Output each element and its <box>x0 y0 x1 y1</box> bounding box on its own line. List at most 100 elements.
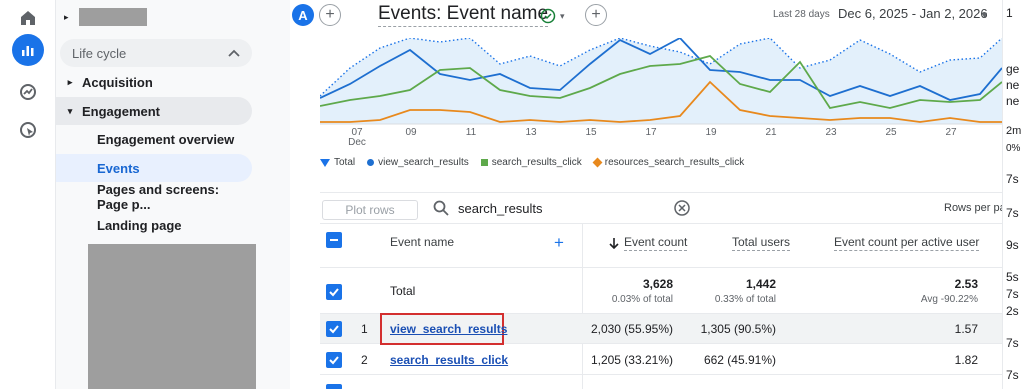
total-per-user-avg: Avg -90.22% <box>920 294 978 305</box>
column-header-event-name[interactable]: Event name <box>390 235 454 249</box>
lifecycle-section-header[interactable]: Life cycle <box>60 39 252 67</box>
table-header: Event name + Event count Total users Eve… <box>320 224 1002 268</box>
edge-text: 7s <box>1006 336 1019 350</box>
row-index: 2 <box>361 353 368 367</box>
total-event-count: 3,628 <box>642 277 673 291</box>
reports-icon[interactable] <box>12 34 44 66</box>
report-navigation: ▸ Life cycle ▸ Acquisition ▾ Engagement … <box>56 0 290 389</box>
nav-item-pages-and-screens[interactable]: Pages and screens: Page p... <box>56 182 252 212</box>
expand-caret-icon: ▸ <box>67 76 73 87</box>
event-name-link[interactable]: view_search_results <box>390 322 507 336</box>
series-square-icon <box>480 159 488 166</box>
redacted-block <box>88 244 256 389</box>
total-event-count-share: 0.03% of total <box>611 294 673 305</box>
explore-icon[interactable] <box>12 76 44 108</box>
nav-item-label: Events <box>97 160 140 176</box>
edge-text: 2m <box>1006 125 1022 137</box>
redacted-block <box>78 8 147 26</box>
row-checkbox[interactable] <box>326 384 342 389</box>
search-input[interactable]: search_results <box>458 201 543 216</box>
x-tick-label: 21 <box>765 127 777 138</box>
legend-label: resources_search_results_click <box>604 157 745 168</box>
nav-item-landing-page[interactable]: Landing page <box>56 211 252 239</box>
edge-text: 7s <box>1006 206 1019 220</box>
event-name-link[interactable]: search_results_click <box>390 353 508 367</box>
report-main: A + Events: Event name ▾ + Last 28 days … <box>290 0 1006 389</box>
x-axis-ticks: 07 Dec 09 11 13 15 17 19 21 23 25 27 <box>348 127 957 148</box>
legend-label: Total <box>334 157 356 168</box>
chart-plot <box>320 38 1002 125</box>
x-tick-label: 09 <box>405 127 417 138</box>
edge-text: ne <box>1006 78 1020 92</box>
events-line-chart: 07 Dec 09 11 13 15 17 19 21 23 25 27 <box>320 38 1002 148</box>
per-user-cell: 1.82 <box>954 353 978 367</box>
home-icon[interactable] <box>12 2 44 34</box>
legend-item-total[interactable]: Total <box>320 157 355 168</box>
check-circle-icon <box>540 8 556 24</box>
x-tick-label: 15 <box>585 127 597 138</box>
table-filter-bar: Plot rows search_results Rows per pa <box>320 192 1006 224</box>
table-row[interactable]: 1 view_search_results 2,030 (55.95%) 1,3… <box>320 313 1002 345</box>
add-button[interactable]: + <box>585 4 607 26</box>
x-tick-label: 11 <box>466 127 477 138</box>
title-status-dropdown[interactable]: ▾ <box>536 5 569 27</box>
search-icon <box>432 199 450 222</box>
row-checkbox[interactable] <box>326 321 342 337</box>
totals-checkbox[interactable] <box>326 284 342 300</box>
series-dot-icon <box>367 159 375 166</box>
x-tick-label: 13 <box>525 127 537 138</box>
comparison-avatar[interactable]: A <box>292 4 314 26</box>
nav-item-label: Engagement overview <box>97 131 235 147</box>
nav-item-label: Pages and screens: Page p... <box>97 182 220 212</box>
nav-item-engagement[interactable]: ▾ Engagement <box>56 97 252 125</box>
x-tick-label: 27 <box>945 127 957 138</box>
nav-item-label: Landing page <box>97 217 182 233</box>
plot-rows-button[interactable]: Plot rows <box>322 200 418 220</box>
edge-text: 5s <box>1006 270 1019 284</box>
page-title[interactable]: Events: Event name <box>378 3 549 27</box>
date-range-picker[interactable]: Dec 6, 2025 - Jan 2, 2026 <box>838 6 988 21</box>
sort-descending-icon <box>609 238 619 249</box>
clear-search-icon[interactable] <box>673 199 691 222</box>
chevron-down-icon[interactable]: ▼ <box>980 10 989 20</box>
section-label: Life cycle <box>72 45 127 61</box>
expand-caret-icon: ▸ <box>64 11 69 22</box>
nav-item-acquisition[interactable]: ▸ Acquisition <box>56 68 252 96</box>
nav-item-engagement-overview[interactable]: Engagement overview <box>56 125 252 153</box>
nav-item-label: Acquisition <box>82 74 153 90</box>
row-checkbox[interactable] <box>326 352 342 368</box>
header-label: Event count <box>624 235 688 251</box>
adjacent-panel-edge: 1 ge ne ne 2m 0% 7s 7s 9s 5s 7s 2s 7s 7s <box>1002 0 1024 389</box>
chart-legend: Total view_search_results search_results… <box>320 157 744 168</box>
total-users-share: 0.33% of total <box>714 294 776 305</box>
table-row[interactable]: 2 search_results_click 1,205 (33.21%) 66… <box>320 345 1002 375</box>
column-header-total-users[interactable]: Total users <box>732 235 791 251</box>
date-range-label: Last 28 days <box>773 9 830 20</box>
add-comparison-button[interactable]: + <box>319 4 341 26</box>
legend-item-view-search-results[interactable]: view_search_results <box>367 157 469 168</box>
total-users-cell: 662 (45.91%) <box>703 353 776 367</box>
legend-item-resources-search-results-click[interactable]: resources_search_results_click <box>592 157 745 168</box>
total-users: 1,442 <box>745 277 776 291</box>
advertising-icon[interactable] <box>12 114 44 146</box>
column-header-event-count-per-user[interactable]: Event count per active user <box>834 235 980 251</box>
chevron-up-icon <box>228 49 240 57</box>
edge-text: 2s <box>1006 304 1019 318</box>
edge-text: 7s <box>1006 287 1019 301</box>
event-count-cell: 1,205 (33.21%) <box>590 353 673 367</box>
x-axis-month-label: Dec <box>348 137 366 148</box>
legend-item-search-results-click[interactable]: search_results_click <box>480 157 582 168</box>
series-diamond-icon <box>592 157 603 168</box>
column-header-event-count[interactable]: Event count <box>608 235 688 251</box>
nav-item-label: Engagement <box>82 103 161 119</box>
rows-per-page-label[interactable]: Rows per pa <box>944 202 1006 214</box>
add-dimension-button[interactable]: + <box>554 233 564 253</box>
nav-item-events[interactable]: Events <box>56 154 252 182</box>
chevron-down-icon: ▾ <box>560 10 565 21</box>
select-all-checkbox[interactable] <box>326 232 342 248</box>
per-user-cell: 1.57 <box>954 322 978 336</box>
edge-text: 0% <box>1006 143 1021 154</box>
x-tick-label: 17 <box>645 127 657 138</box>
totals-row: Total 3,628 0.03% of total 1,442 0.33% o… <box>320 268 1002 314</box>
property-selector[interactable]: ▸ <box>64 8 147 26</box>
